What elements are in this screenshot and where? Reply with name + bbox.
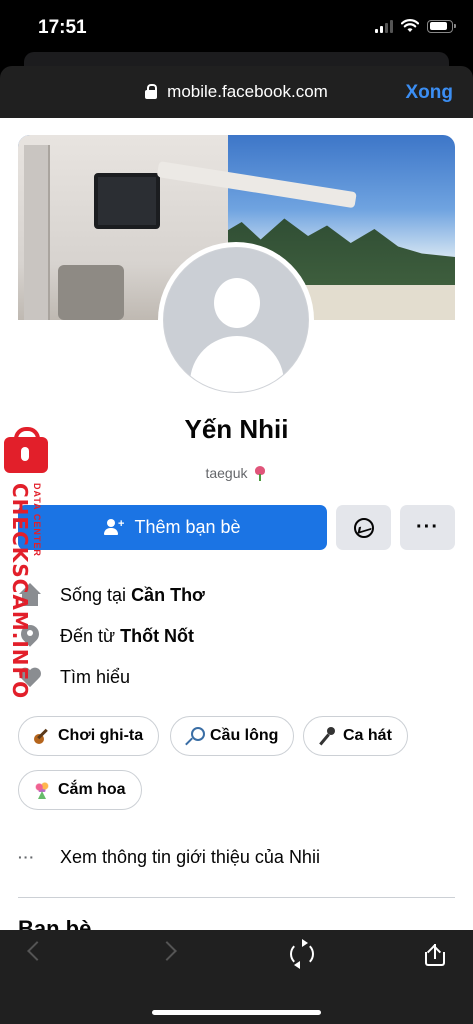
- badminton-icon: [184, 726, 205, 746]
- hobby-label: Cắm hoa: [58, 781, 126, 798]
- back-icon[interactable]: [27, 941, 47, 961]
- guitar-icon: [32, 726, 52, 746]
- hobby-label: Cầu lông: [210, 727, 279, 744]
- profile-page: Yến Nhii taeguk + Thêm bạn bè ··· Sống t…: [0, 118, 473, 930]
- watermark-subtitle: DATA CENTER: [32, 483, 42, 557]
- tulip-icon: [252, 465, 268, 481]
- wifi-icon: [401, 19, 419, 32]
- friends-heading: Bạn bè: [18, 916, 92, 930]
- profile-name: Yến Nhii: [184, 414, 289, 444]
- url-text: mobile.facebook.com: [167, 82, 328, 101]
- lives-label: Sống tại: [60, 584, 127, 605]
- forward-icon[interactable]: [157, 941, 177, 961]
- status-time: 17:51: [38, 17, 87, 38]
- hobby-chip-flowers[interactable]: Cắm hoa: [18, 770, 142, 810]
- divider: [18, 897, 455, 898]
- default-avatar-icon: [163, 247, 309, 393]
- profile-bio: taeguk: [0, 465, 473, 481]
- from-label: Đến từ: [60, 625, 116, 646]
- hobby-chip-guitar[interactable]: Chơi ghi-ta: [18, 716, 160, 756]
- hobby-chip-singing[interactable]: Ca hát: [303, 716, 408, 756]
- cellular-signal-icon: [375, 19, 393, 33]
- see-about-label: Xem thông tin giới thiệu của Nhii: [60, 846, 320, 867]
- lock-icon: [145, 84, 158, 99]
- messenger-button[interactable]: [336, 505, 391, 550]
- reload-icon[interactable]: [290, 939, 314, 969]
- done-button[interactable]: Xong: [406, 82, 454, 104]
- from-value[interactable]: Thốt Nốt: [120, 626, 194, 647]
- hobby-label: Chơi ghi-ta: [58, 727, 144, 744]
- bouquet-icon: [32, 780, 52, 800]
- more-dots-icon: ···: [18, 849, 35, 865]
- lives-value[interactable]: Cần Thơ: [131, 585, 205, 606]
- see-about-link[interactable]: ··· Xem thông tin giới thiệu của Nhii: [18, 842, 320, 872]
- status-icons: [375, 19, 456, 33]
- microphone-icon: [317, 726, 337, 746]
- battery-icon: [427, 19, 456, 33]
- add-friend-icon: +: [104, 518, 124, 537]
- watermark: CHECKSCAM.INFO DATA CENTER: [4, 427, 50, 699]
- add-friend-button[interactable]: + Thêm bạn bè: [18, 505, 327, 550]
- hobby-label: Ca hát: [343, 727, 392, 744]
- url-display[interactable]: mobile.facebook.com: [0, 82, 473, 102]
- watermark-lock-icon: [4, 427, 48, 473]
- messenger-icon: [353, 517, 374, 538]
- more-options-button[interactable]: ···: [400, 505, 455, 550]
- add-friend-label: Thêm bạn bè: [134, 517, 241, 537]
- home-indicator[interactable]: [152, 1010, 321, 1015]
- browser-header: mobile.facebook.com Xong: [0, 66, 473, 118]
- hobby-chip-badminton[interactable]: Cầu lông: [170, 716, 295, 756]
- interest-label: Tìm hiểu: [60, 666, 131, 687]
- share-icon[interactable]: [425, 944, 445, 966]
- profile-avatar[interactable]: [158, 242, 314, 398]
- profile-bio-text: taeguk: [205, 465, 248, 481]
- browser-toolbar: [0, 930, 473, 1024]
- watermark-brand: CHECKSCAM.INFO: [8, 483, 32, 700]
- status-bar: 17:51: [0, 0, 473, 56]
